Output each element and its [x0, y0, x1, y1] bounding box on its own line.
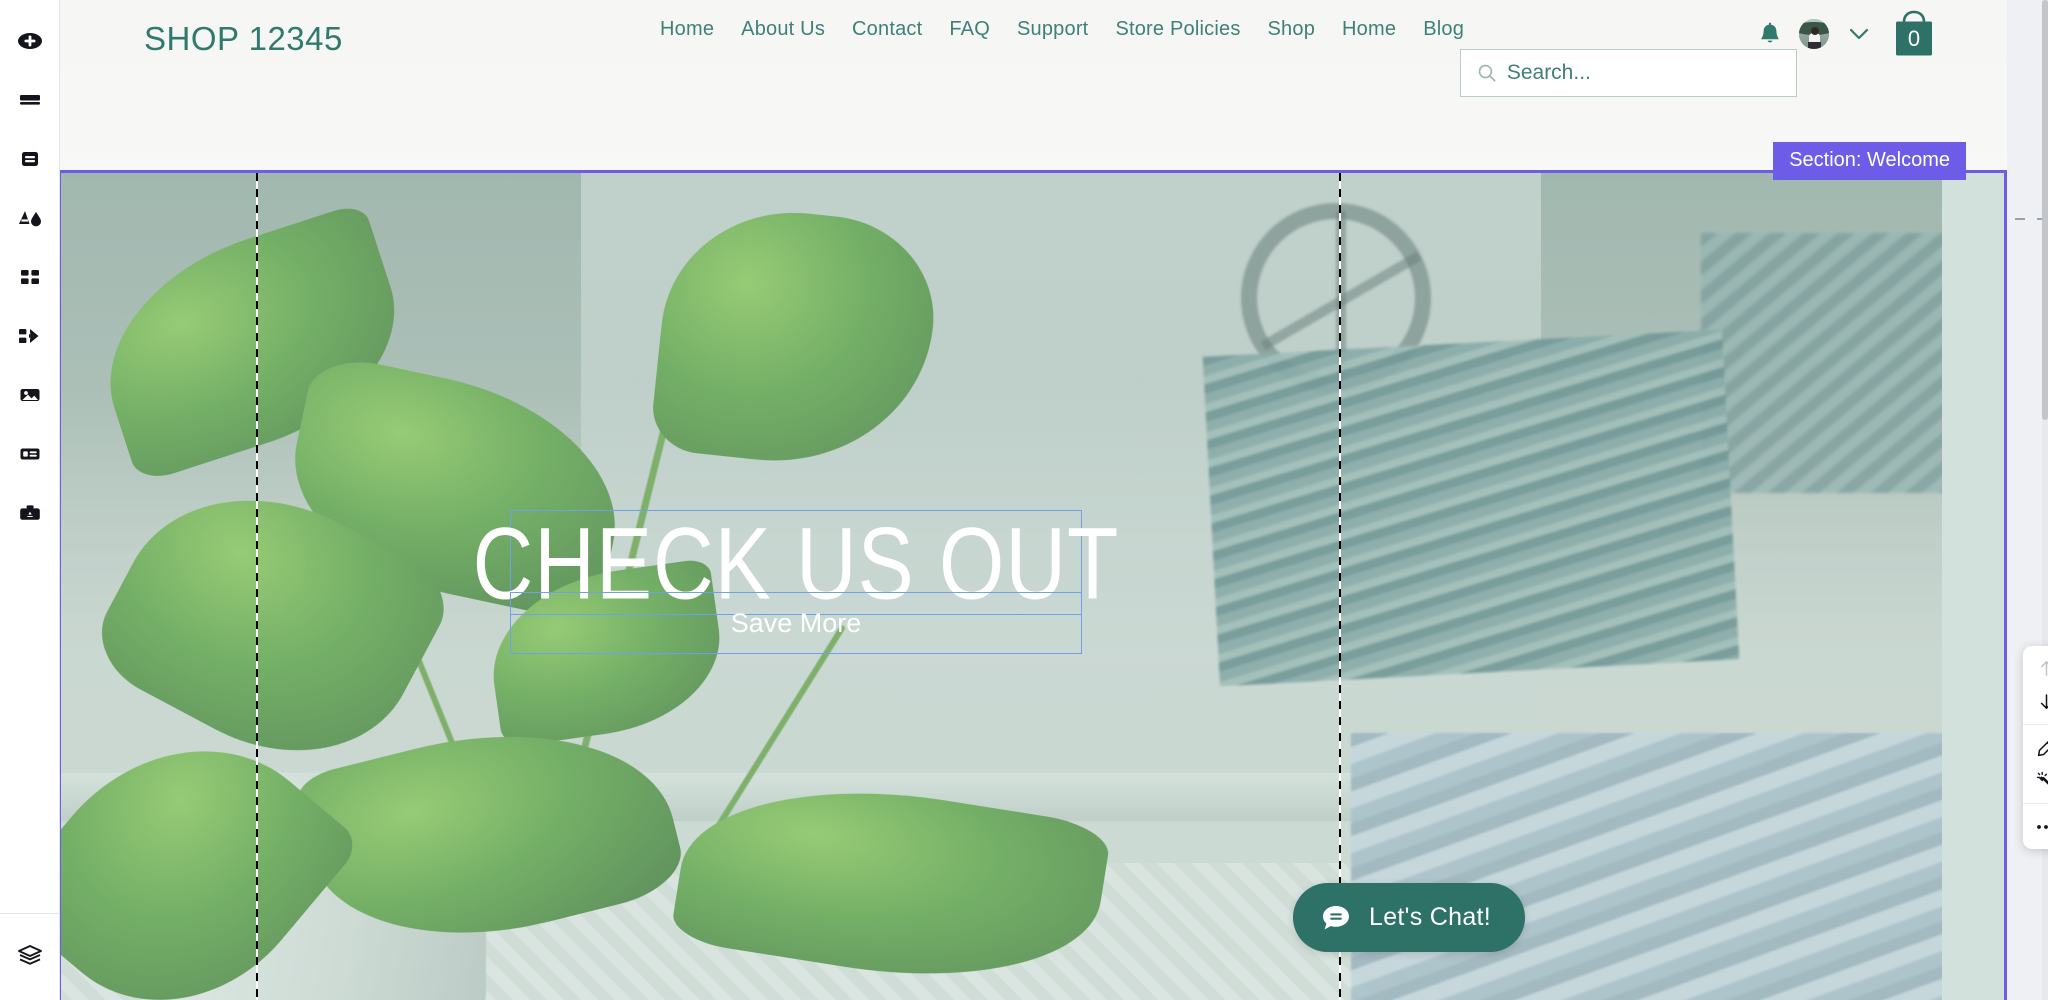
nav-item-shop[interactable]: Shop — [1268, 18, 1316, 41]
site-logo[interactable]: SHOP 12345 — [144, 20, 343, 58]
hero-banner[interactable]: CHECK US OUT Save More — [61, 173, 2004, 1000]
cart-count-text: 0 — [1908, 26, 1920, 51]
chat-widget-button[interactable]: Let's Chat! — [1293, 883, 1526, 952]
chat-bubble-icon — [1323, 905, 1349, 929]
sidebar-item-theme[interactable] — [7, 195, 53, 241]
nav-item-faq[interactable]: FAQ — [949, 18, 990, 41]
bell-icon — [1761, 22, 1779, 42]
apps-icon — [20, 270, 39, 284]
nav-item-blog[interactable]: Blog — [1423, 18, 1464, 41]
welcome-section[interactable]: CHECK US OUT Save More — [60, 170, 2007, 1000]
sidebar-item-pages[interactable] — [7, 136, 53, 182]
hero-right-strip — [1942, 173, 2004, 1000]
toolbar-group-more — [2023, 803, 2048, 849]
layers-icon — [17, 945, 42, 965]
sidebar-item-integrations[interactable] — [7, 313, 53, 359]
account-menu-button[interactable] — [1847, 26, 1871, 42]
avatar-person-head — [1811, 27, 1819, 35]
layout-guide-right — [1339, 173, 1341, 1000]
blog-icon — [20, 448, 39, 460]
add-icon — [17, 33, 42, 49]
sidebar-icon-group-bottom — [0, 913, 59, 1000]
sidebar-item-layers[interactable] — [7, 932, 53, 978]
avatar-person-skirt — [1808, 42, 1821, 49]
site-canvas[interactable]: SHOP 12345 Home About Us Contact FAQ Sup… — [60, 0, 2048, 1000]
search-input[interactable] — [1506, 61, 1780, 85]
media-icon — [20, 389, 39, 401]
site-preview: SHOP 12345 Home About Us Contact FAQ Sup… — [60, 0, 2007, 1000]
sidebar-item-media[interactable] — [7, 372, 53, 418]
nav-item-support[interactable]: Support — [1017, 18, 1088, 41]
cart-button[interactable]: 0 — [1889, 8, 1939, 60]
avatar[interactable] — [1799, 19, 1829, 49]
hero-subtitle[interactable]: Save More — [731, 608, 862, 639]
notifications-button[interactable] — [1759, 22, 1781, 47]
search-box[interactable] — [1460, 49, 1797, 97]
canvas-scrollbar-track[interactable] — [2042, 0, 2048, 1000]
editor-root: SHOP 12345 Home About Us Contact FAQ Sup… — [0, 0, 2048, 1000]
ellipsis-icon — [2037, 824, 2048, 829]
nav-item-store-policies[interactable]: Store Policies — [1115, 18, 1240, 41]
nav-item-home-2[interactable]: Home — [1342, 18, 1396, 41]
search-icon — [1478, 64, 1496, 82]
magic-wand-icon — [2036, 771, 2048, 785]
section-badge: Section: Welcome — [1773, 142, 1966, 180]
page-icon — [21, 152, 38, 166]
pencil-icon — [2037, 740, 2048, 756]
edit-section-button[interactable] — [2023, 731, 2048, 764]
sidebar-icon-group-top — [7, 0, 53, 536]
move-section-down-button[interactable] — [2023, 685, 2048, 718]
change-design-button[interactable] — [2023, 764, 2048, 797]
hero-subtitle-selection[interactable]: Save More — [510, 592, 1082, 654]
shopping-bag-icon: 0 — [1896, 10, 1932, 56]
business-icon — [19, 505, 40, 520]
theme-icon — [18, 211, 41, 227]
arrow-up-icon — [2040, 661, 2048, 676]
arrow-down-icon — [2040, 694, 2048, 709]
canvas-scrollbar-thumb[interactable] — [2042, 0, 2048, 420]
nav-item-contact[interactable]: Contact — [852, 18, 922, 41]
editor-sidebar — [0, 0, 60, 1000]
nav-item-about-us[interactable]: About Us — [741, 18, 825, 41]
nav-item-home[interactable]: Home — [660, 18, 714, 41]
chat-widget-label: Let's Chat! — [1369, 903, 1492, 931]
integrations-icon — [19, 329, 39, 343]
toolbar-group-move — [2023, 646, 2048, 724]
more-actions-button[interactable] — [2023, 810, 2048, 843]
main-navigation: Home About Us Contact FAQ Support Store … — [660, 18, 1464, 41]
sidebar-item-add[interactable] — [7, 18, 53, 64]
sidebar-item-blog[interactable] — [7, 431, 53, 477]
chevron-down-icon — [1849, 28, 1869, 40]
move-section-up-button — [2023, 652, 2048, 685]
sections-icon — [19, 95, 40, 105]
sidebar-item-business[interactable] — [7, 490, 53, 536]
toolbar-group-edit — [2023, 724, 2048, 803]
site-header: SHOP 12345 Home About Us Contact FAQ Sup… — [60, 0, 2007, 170]
sidebar-item-sections[interactable] — [7, 77, 53, 123]
layout-guide-left — [256, 173, 258, 1000]
section-toolbar — [2023, 646, 2048, 849]
sidebar-item-apps[interactable] — [7, 254, 53, 300]
